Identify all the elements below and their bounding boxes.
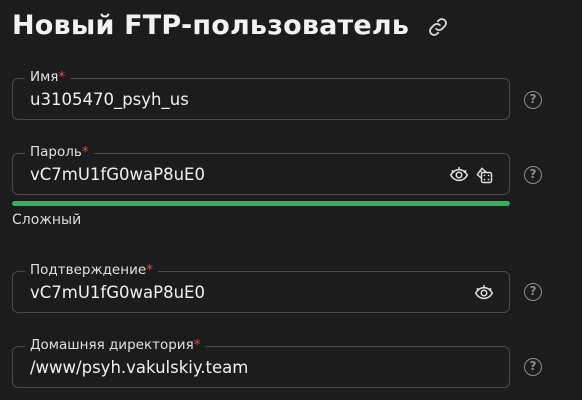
password-field-label: Пароль* bbox=[25, 144, 94, 160]
home-directory-help-icon[interactable]: ? bbox=[524, 358, 542, 376]
confirm-help-icon[interactable]: ? bbox=[524, 283, 542, 301]
password-strength-fill bbox=[12, 201, 510, 206]
password-help-icon[interactable]: ? bbox=[524, 166, 542, 184]
link-icon[interactable] bbox=[427, 16, 449, 38]
home-directory-input[interactable]: /www/psyh.vakulskiy.team bbox=[30, 358, 248, 377]
password-field[interactable]: Пароль* vC7mU1fG0waP8uE0 bbox=[12, 144, 510, 195]
eye-icon[interactable] bbox=[449, 165, 469, 185]
password-input[interactable]: vC7mU1fG0waP8uE0 bbox=[30, 165, 205, 184]
confirm-input[interactable]: vC7mU1fG0waP8uE0 bbox=[30, 283, 205, 302]
home-directory-field-label: Домашняя директория* bbox=[25, 337, 206, 353]
home-directory-field[interactable]: Домашняя директория* /www/psyh.vakulskiy… bbox=[12, 337, 510, 388]
name-input[interactable]: u3105470_psyh_us bbox=[30, 90, 189, 109]
name-field-label: Имя* bbox=[25, 69, 71, 85]
page-title: Новый FTP-пользователь bbox=[12, 10, 410, 41]
name-help-icon[interactable]: ? bbox=[524, 91, 542, 109]
confirm-field[interactable]: Подтверждение* vC7mU1fG0waP8uE0 bbox=[12, 262, 510, 313]
generate-password-icon[interactable] bbox=[474, 165, 494, 185]
eye-icon[interactable] bbox=[474, 283, 494, 303]
name-field[interactable]: Имя* u3105470_psyh_us bbox=[12, 69, 510, 120]
password-strength-bar bbox=[12, 201, 510, 206]
confirm-field-label: Подтверждение* bbox=[25, 262, 158, 278]
password-strength-label: Сложный bbox=[12, 212, 82, 228]
